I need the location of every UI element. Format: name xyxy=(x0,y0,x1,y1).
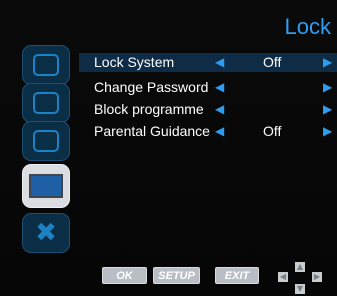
right-arrow-icon[interactable]: ▶ xyxy=(323,100,332,119)
sidebar-item-channel[interactable] xyxy=(22,121,70,161)
sound-icon xyxy=(33,92,59,114)
dpad-down-icon[interactable]: ▼ xyxy=(295,284,305,294)
left-arrow-icon[interactable]: ◀ xyxy=(215,122,224,141)
menu-row-label: Parental Guidance xyxy=(94,123,210,139)
ok-button[interactable]: OK xyxy=(102,267,147,284)
menu-row-block-programme[interactable]: Block programme ◀ ▶ xyxy=(79,100,337,119)
setup-button[interactable]: SETUP xyxy=(153,267,200,284)
menu-row-lock-system[interactable]: Lock System ◀ Off ▶ xyxy=(79,53,337,72)
menu-row-label: Lock System xyxy=(94,54,175,70)
sidebar-item-tools[interactable]: ✖ xyxy=(22,213,70,253)
menu-row-label: Change Password xyxy=(94,79,209,95)
dpad-up-icon[interactable]: ▲ xyxy=(295,262,305,272)
sidebar-item-sound[interactable] xyxy=(22,83,70,123)
exit-button[interactable]: EXIT xyxy=(215,267,259,284)
menu-row-change-password[interactable]: Change Password ◀ ▶ xyxy=(79,78,337,97)
left-arrow-icon[interactable]: ◀ xyxy=(215,100,224,119)
osd-screen: Lock ✖ Lock System ◀ Off ▶ Change Passwo… xyxy=(0,0,337,296)
tools-icon: ✖ xyxy=(35,218,57,248)
dpad-right-icon[interactable]: ▶ xyxy=(312,272,322,282)
sidebar-item-lock[interactable] xyxy=(22,164,70,208)
tv-lock-icon xyxy=(29,174,63,198)
right-arrow-icon[interactable]: ▶ xyxy=(323,78,332,97)
menu-row-value: Off xyxy=(263,54,282,70)
menu-row-parental-guidance[interactable]: Parental Guidance ◀ Off ▶ xyxy=(79,122,337,141)
left-arrow-icon[interactable]: ◀ xyxy=(215,53,224,72)
right-arrow-icon[interactable]: ▶ xyxy=(323,53,332,72)
picture-icon xyxy=(33,54,59,76)
dpad-left-icon[interactable]: ◀ xyxy=(278,272,288,282)
menu-row-value: Off xyxy=(263,123,282,139)
left-arrow-icon[interactable]: ◀ xyxy=(215,78,224,97)
channel-icon xyxy=(33,130,59,152)
menu-row-label: Block programme xyxy=(94,101,204,117)
page-title: Lock xyxy=(284,14,331,39)
right-arrow-icon[interactable]: ▶ xyxy=(323,122,332,141)
sidebar-item-picture[interactable] xyxy=(22,45,70,85)
